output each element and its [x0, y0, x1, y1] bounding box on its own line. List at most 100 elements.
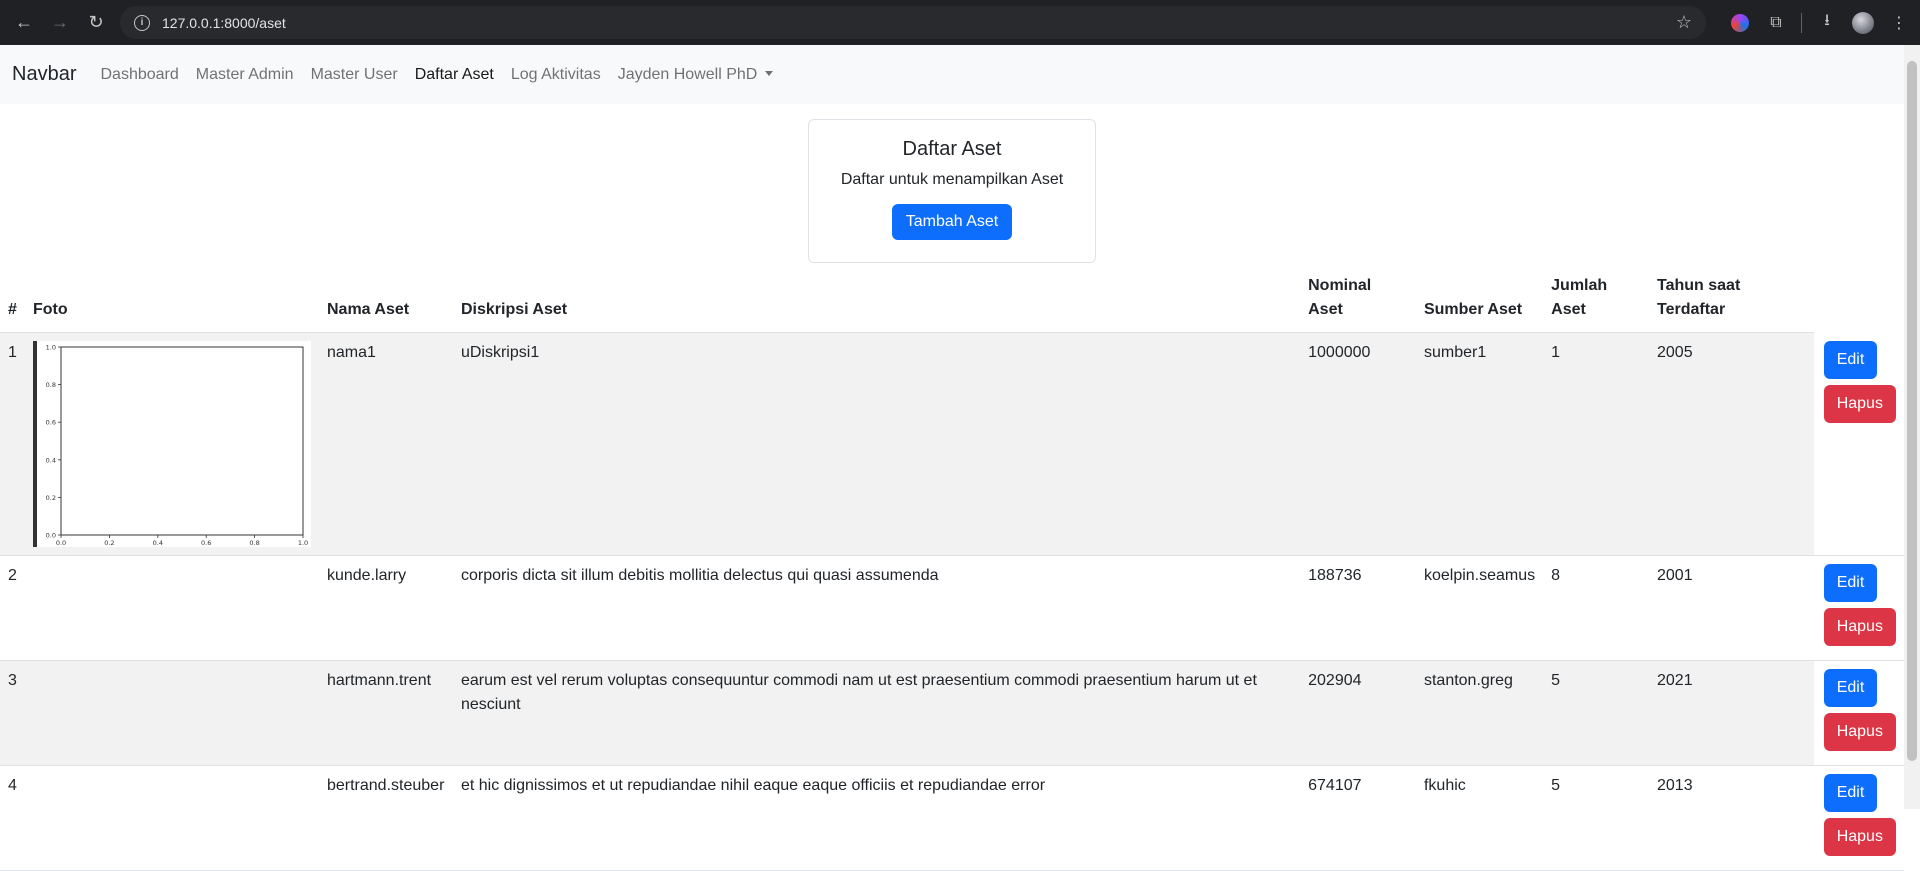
cell-sumber: fkuhic	[1415, 765, 1544, 871]
cell-tahun: 2001	[1649, 555, 1814, 661]
edit-button[interactable]: Edit	[1823, 564, 1878, 602]
header-jumlah-aset: Jumlah Aset	[1543, 268, 1649, 333]
delete-button[interactable]: Hapus	[1823, 608, 1896, 646]
cell-foto	[24, 660, 319, 766]
cell-nama: hartmann.trent	[318, 660, 453, 766]
thumbnail-axes	[60, 346, 304, 536]
table-header-row: # Foto Nama Aset Diskripsi Aset Nominal A…	[0, 268, 1904, 333]
profile-avatar[interactable]	[1852, 11, 1874, 34]
thumbnail-x-tick-label: 0.8	[249, 539, 259, 547]
add-asset-button[interactable]: Tambah Aset	[891, 204, 1013, 240]
thumbnail-x-tick-label: 0.2	[104, 539, 114, 547]
header-foto: Foto	[24, 268, 319, 333]
site-info-icon[interactable]: i	[134, 14, 150, 31]
cell-nominal: 202904	[1300, 660, 1416, 766]
url-text[interactable]: 127.0.0.1:8000/aset	[162, 15, 286, 31]
thumbnail-x-tick-label: 0.0	[56, 539, 66, 547]
browser-actions: ⧉ ⭳ ⋮	[1729, 0, 1910, 45]
download-icon[interactable]: ⭳	[1816, 12, 1838, 34]
cell-sumber: sumber1	[1415, 332, 1544, 556]
delete-button[interactable]: Hapus	[1823, 818, 1896, 856]
forward-icon[interactable]: →	[46, 9, 74, 37]
nav-link-dashboard[interactable]: Dashboard	[100, 66, 178, 84]
header-nama-aset: Nama Aset	[318, 268, 453, 333]
cell-actions: Edit Hapus	[1813, 332, 1904, 556]
thumbnail-y-tick-label: 0.2	[46, 494, 56, 502]
cell-diskripsi: uDiskripsi1	[452, 332, 1301, 556]
cell-nama: kunde.larry	[318, 555, 453, 661]
header-actions	[1814, 268, 1904, 333]
back-icon[interactable]: ←	[10, 9, 38, 37]
cell-diskripsi: et hic dignissimos et ut repudiandae nih…	[452, 765, 1301, 871]
header-tahun-terdaftar: Tahun saat Terdaftar	[1649, 268, 1814, 333]
header-tahun-line1: Tahun saat	[1657, 277, 1741, 294]
delete-button[interactable]: Hapus	[1823, 713, 1896, 751]
thumbnail-x-tick-label: 0.6	[201, 539, 211, 547]
cell-nama: bertrand.steuber	[318, 765, 453, 871]
edit-button[interactable]: Edit	[1823, 669, 1878, 707]
thumbnail-y-tick-label: 0.6	[46, 419, 56, 427]
user-dropdown[interactable]: Jayden Howell PhD	[618, 66, 774, 84]
cell-tahun: 2005	[1649, 332, 1814, 556]
cell-sumber: stanton.greg	[1415, 660, 1544, 766]
cell-nominal: 674107	[1300, 765, 1416, 871]
cell-actions: Edit Hapus	[1813, 765, 1904, 871]
edit-button[interactable]: Edit	[1823, 774, 1878, 812]
card-title: Daftar Aset	[902, 138, 1002, 160]
browser-toolbar: ← → ↻ i 127.0.0.1:8000/aset ☆ ⧉ ⭳ ⋮	[0, 0, 1920, 45]
nav-link-log-aktivitas[interactable]: Log Aktivitas	[511, 66, 601, 84]
thumbnail-y-tick-label: 0.4	[46, 456, 56, 464]
reload-icon[interactable]: ↻	[82, 9, 110, 37]
asset-table-wrapper: # Foto Nama Aset Diskripsi Aset Nominal A…	[0, 268, 1904, 871]
navbar-brand[interactable]: Navbar	[12, 63, 76, 86]
header-tahun-line2: Terdaftar	[1657, 301, 1726, 318]
extensions-puzzle-icon[interactable]: ⧉	[1765, 12, 1787, 34]
cell-foto: 1.0 0.8 0.6 0.4 0.2 0.0 0.0 0.2 0.4 0.6 0.8 1.0	[24, 332, 319, 556]
nav-link-master-user[interactable]: Master User	[311, 66, 398, 84]
cell-actions: Edit Hapus	[1813, 555, 1904, 661]
cell-nominal: 188736	[1300, 555, 1416, 661]
cell-foto	[24, 555, 319, 661]
thumbnail-chart: 1.0 0.8 0.6 0.4 0.2 0.0 0.0 0.2 0.4 0.6 0.8 1.0	[46, 344, 309, 548]
address-bar[interactable]: i 127.0.0.1:8000/aset ☆	[120, 6, 1706, 39]
thumbnail-y-tick-label: 0.8	[46, 381, 56, 389]
cell-nama: nama1	[318, 332, 453, 556]
asset-table: # Foto Nama Aset Diskripsi Aset Nominal A…	[0, 268, 1904, 871]
cell-nominal: 1000000	[1300, 332, 1416, 556]
cell-jumlah: 8	[1543, 555, 1649, 661]
cell-jumlah: 5	[1543, 765, 1649, 871]
header-nominal-line2: Aset	[1308, 301, 1343, 318]
cell-actions: Edit Hapus	[1813, 660, 1904, 766]
cell-tahun: 2021	[1649, 660, 1814, 766]
top-navbar: Navbar Dashboard Master Admin Master Use…	[0, 45, 1904, 104]
user-name: Jayden Howell PhD	[617, 65, 758, 83]
nav-link-master-admin[interactable]: Master Admin	[196, 66, 294, 84]
cell-diskripsi: earum est vel rerum voluptas consequuntu…	[452, 660, 1301, 766]
cell-sumber: koelpin.seamus	[1415, 555, 1544, 661]
cell-no: 4	[0, 765, 25, 871]
toolbar-divider	[1801, 12, 1802, 33]
extension-colorful-icon[interactable]	[1729, 12, 1751, 34]
cell-jumlah: 1	[1543, 332, 1649, 556]
chevron-down-icon	[765, 70, 774, 76]
header-jumlah-line2: Aset	[1551, 301, 1586, 318]
thumbnail-x-tick-label: 1.0	[298, 539, 308, 547]
header-card: Daftar Aset Daftar untuk menampilkan Ase…	[808, 119, 1096, 263]
header-sumber-aset: Sumber Aset	[1415, 268, 1544, 333]
bookmark-star-icon[interactable]: ☆	[1676, 12, 1692, 33]
browser-menu-icon[interactable]: ⋮	[1888, 12, 1910, 34]
cell-no: 2	[0, 555, 25, 661]
thumbnail-y-tick-label: 0.0	[46, 532, 56, 540]
header-no: #	[0, 268, 25, 333]
scrollbar-thumb[interactable]	[1907, 61, 1917, 761]
cell-foto	[24, 765, 319, 871]
edit-button[interactable]: Edit	[1823, 340, 1878, 379]
header-jumlah-line1: Jumlah	[1551, 277, 1608, 294]
nav-link-daftar-aset[interactable]: Daftar Aset	[415, 66, 494, 84]
page-scrollbar[interactable]	[1904, 45, 1920, 809]
table-row: 1 1.0 0.8 0.6 0.4 0.2 0.0 0.0 0.2 0.4 0.6 0.8 1.0 …	[0, 332, 1904, 556]
card-text: Daftar untuk menampilkan Aset	[840, 171, 1064, 188]
delete-button[interactable]: Hapus	[1823, 384, 1896, 423]
thumbnail-y-tick-label: 1.0	[46, 344, 56, 352]
cell-no: 1	[0, 332, 25, 556]
